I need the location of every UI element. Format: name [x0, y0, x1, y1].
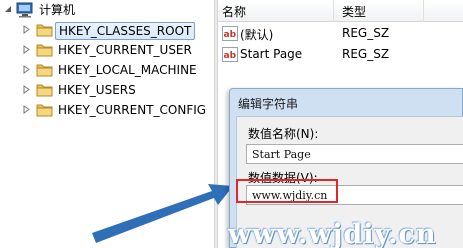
- column-header-type[interactable]: 类型: [342, 3, 366, 20]
- folder-icon: [36, 82, 54, 98]
- value-name-field[interactable]: Start Page: [246, 144, 463, 164]
- column-divider[interactable]: [333, 0, 334, 22]
- svg-text:ab: ab: [224, 30, 237, 40]
- tree-item-label: HKEY_CLASSES_ROOT: [55, 22, 196, 40]
- tree-item-label: HKEY_USERS: [58, 83, 136, 97]
- tree-root-label: 计算机: [39, 3, 76, 17]
- folder-icon: [36, 22, 54, 38]
- column-header-name[interactable]: 名称: [222, 3, 246, 20]
- tree-item-label: HKEY_LOCAL_MACHINE: [58, 63, 197, 77]
- column-divider[interactable]: [423, 0, 424, 22]
- expand-arrow-icon[interactable]: [22, 25, 31, 34]
- value-name-label: 数值名称(N):: [248, 127, 319, 141]
- value-name: (默认): [240, 28, 274, 42]
- list-header: 名称 类型: [218, 0, 463, 22]
- tree-item-label: HKEY_CURRENT_CONFIG: [58, 103, 207, 117]
- folder-icon: [36, 62, 54, 78]
- computer-icon: [16, 2, 34, 18]
- value-type: REG_SZ: [342, 47, 390, 61]
- value-data-highlight: [236, 179, 338, 203]
- list-row[interactable]: ab Start Page REG_SZ: [218, 45, 463, 65]
- string-value-icon: ab: [222, 47, 238, 62]
- expand-arrow-icon[interactable]: [22, 65, 31, 74]
- value-type: REG_SZ: [342, 26, 390, 40]
- dialog-title: 编辑字符串: [238, 97, 299, 111]
- folder-icon: [36, 42, 54, 58]
- watermark-text: www.wjdiy.cn: [228, 219, 437, 248]
- registry-tree-pane: 计算机 HKEY_CLASSES_ROOT HKEY_CURRENT_USER HK…: [0, 0, 214, 248]
- expand-arrow-icon[interactable]: [22, 45, 31, 54]
- expand-arrow-icon[interactable]: [22, 105, 31, 114]
- tree-item-label: HKEY_CURRENT_USER: [58, 43, 192, 57]
- list-row[interactable]: ab (默认) REG_SZ: [218, 24, 463, 44]
- svg-text:ab: ab: [224, 51, 237, 61]
- folder-icon: [36, 102, 54, 118]
- string-value-icon: ab: [222, 26, 238, 41]
- collapse-arrow-icon[interactable]: [4, 5, 13, 14]
- value-name: Start Page: [240, 47, 303, 61]
- expand-arrow-icon[interactable]: [22, 85, 31, 94]
